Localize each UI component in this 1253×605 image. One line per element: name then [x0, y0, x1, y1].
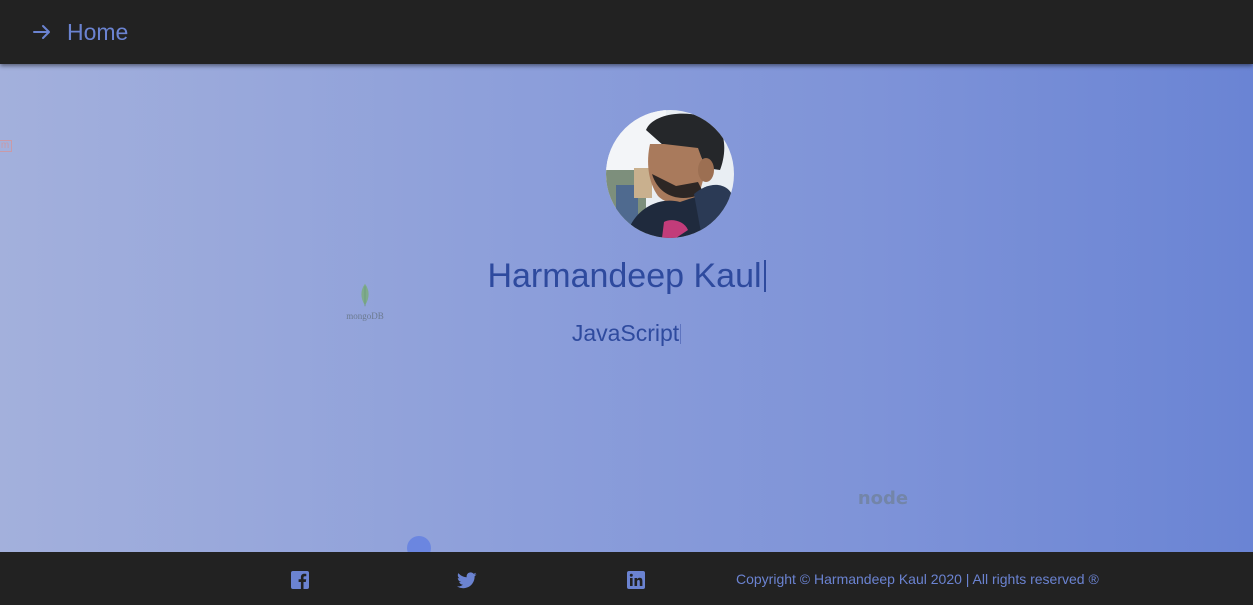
typing-cursor	[763, 260, 766, 292]
home-label: Home	[67, 18, 129, 45]
copyright-text: Copyright © Harmandeep Kaul 2020 | All r…	[736, 571, 1099, 587]
nodejs-logo: node	[855, 488, 911, 512]
partial-logo-icon: m	[0, 140, 12, 152]
floating-bubble	[407, 536, 431, 552]
linkedin-icon[interactable]	[626, 570, 646, 590]
profile-name-text: Harmandeep Kaul	[487, 257, 762, 295]
profile-skill-text: JavaScript	[571, 320, 680, 346]
hero-section: m mongoDB node Harmandeep Kaul JavaScrip…	[0, 64, 1253, 552]
twitter-icon[interactable]	[457, 570, 477, 590]
profile-name: Harmandeep Kaul	[0, 254, 1253, 298]
home-nav-link[interactable]: Home	[32, 19, 128, 46]
profile-skill: JavaScript	[0, 318, 1253, 348]
top-app-bar: Home	[0, 0, 1253, 64]
profile-avatar	[606, 110, 734, 238]
footer: Copyright © Harmandeep Kaul 2020 | All r…	[0, 552, 1253, 605]
nodejs-logo-text: node	[857, 488, 909, 509]
arrow-right-icon	[32, 22, 52, 42]
typing-cursor-small	[680, 324, 682, 344]
facebook-icon[interactable]	[290, 570, 310, 590]
